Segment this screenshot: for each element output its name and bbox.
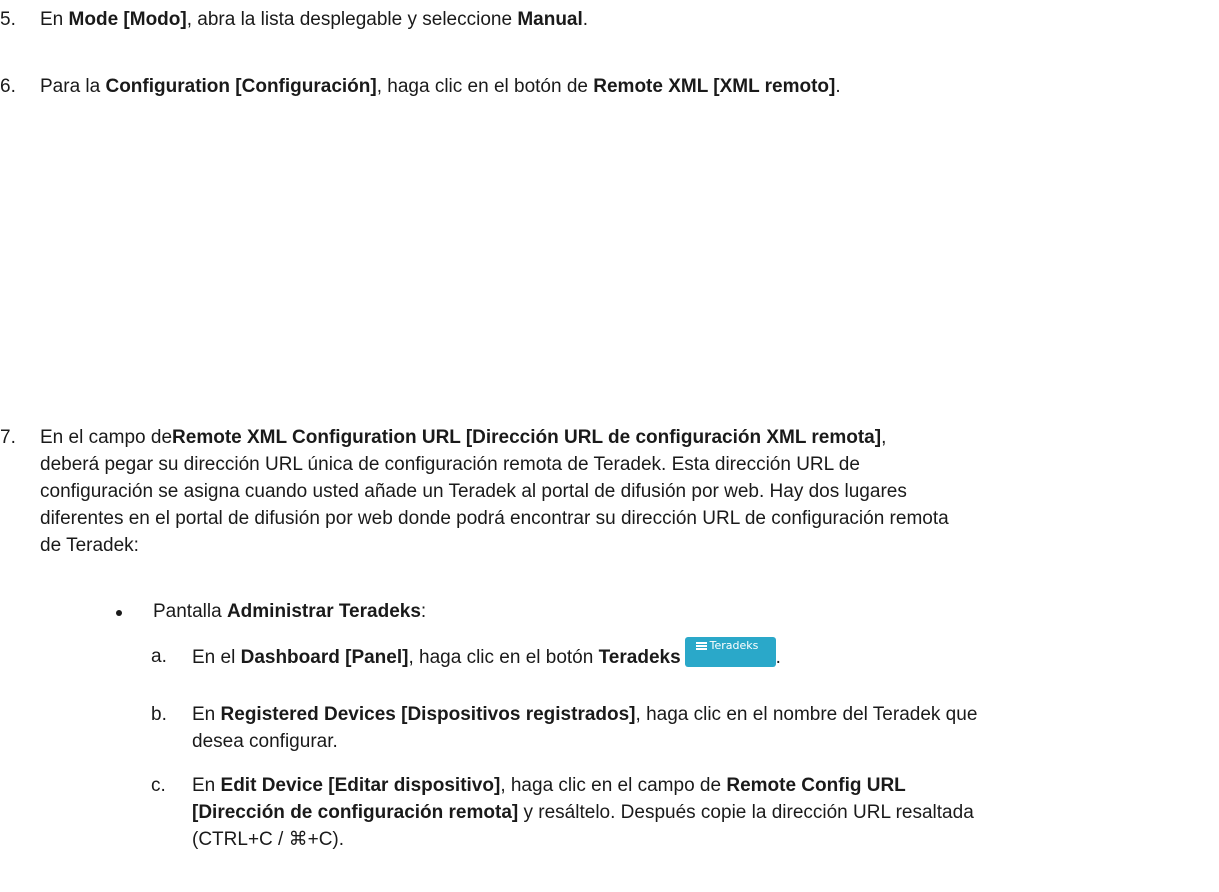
ui-term: Registered Devices [Dispositivos registr… <box>220 704 636 725</box>
step-text: En Mode [Modo], abra la lista desplegabl… <box>40 9 589 30</box>
ui-term: Teradeks <box>598 647 681 669</box>
step-text: configuración se asigna cuando usted aña… <box>40 481 907 502</box>
ui-term: Configuration [Configuración] <box>105 76 377 97</box>
list-icon <box>695 642 707 650</box>
teradeks-button-label: Teradeks <box>709 639 759 652</box>
substep-text: desea configurar. <box>192 731 338 752</box>
ui-term: Remote Config URL <box>726 775 906 796</box>
ui-term: Dashboard [Panel] <box>240 647 409 669</box>
substep-text: (CTRL+C / ⌘+C). <box>192 829 345 850</box>
step-text: deberá pegar su dirección URL única de c… <box>40 454 860 475</box>
substep-letter: c. <box>151 775 166 796</box>
step-text: En el campo deRemote XML Configuration U… <box>40 427 887 448</box>
substep-text: [Dirección de configuración remota] y re… <box>192 802 974 823</box>
bullet-text: Pantalla Administrar Teradeks: <box>153 601 427 622</box>
step-number: 7. <box>0 427 16 448</box>
ui-term: Edit Device [Editar dispositivo] <box>220 775 501 796</box>
substep-text: En el Dashboard [Panel], haga clic en el… <box>192 637 781 669</box>
ui-term: Mode [Modo] <box>68 9 187 30</box>
step-text: Para la Configuration [Configuración], h… <box>40 76 841 97</box>
substep-text: En Registered Devices [Dispositivos regi… <box>192 704 978 725</box>
step-text: de Teradek: <box>40 535 139 556</box>
step-number: 6. <box>0 76 16 97</box>
step-number: 5. <box>0 9 16 30</box>
ui-term: Remote XML [XML remoto] <box>593 76 836 97</box>
substep-letter: a. <box>151 646 167 667</box>
bullet-dot <box>116 610 122 616</box>
teradeks-button[interactable]: Teradeks <box>684 637 776 667</box>
step-text: diferentes en el portal de difusión por … <box>40 508 949 529</box>
substep-text: En Edit Device [Editar dispositivo], hag… <box>192 775 906 796</box>
ui-term: Administrar Teradeks <box>226 601 421 622</box>
substep-letter: b. <box>151 704 167 725</box>
ui-term: Remote XML Configuration URL [Dirección … <box>172 427 882 448</box>
ui-term: [Dirección de configuración remota] <box>192 802 519 823</box>
ui-term: Manual <box>517 9 583 30</box>
